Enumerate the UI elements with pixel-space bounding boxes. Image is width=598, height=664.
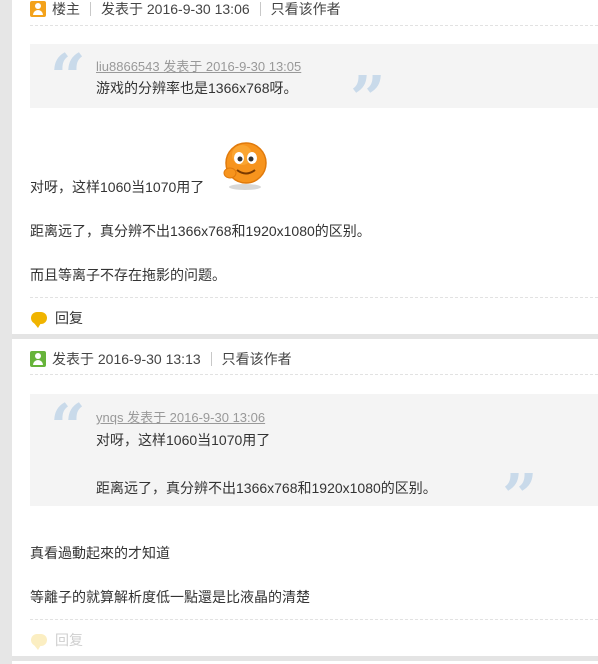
user-icon bbox=[30, 351, 46, 367]
author-label: 楼主 bbox=[52, 1, 80, 17]
dashed-divider bbox=[30, 297, 598, 298]
smiley-emoji-icon bbox=[223, 142, 267, 190]
quote-text: 游戏的分辨率也是1366x768呀。 bbox=[96, 80, 298, 96]
dashed-divider bbox=[30, 374, 598, 375]
quote-meta[interactable]: liu8866543 发表于 2016-9-30 13:05 bbox=[96, 56, 301, 75]
dashed-divider bbox=[30, 25, 598, 26]
post-separator bbox=[12, 656, 598, 661]
post-time: 发表于 2016-9-30 13:13 bbox=[52, 351, 201, 367]
open-quote-icon: “ bbox=[50, 390, 86, 463]
post-paragraph: 对呀，这样1060当1070用了 bbox=[30, 179, 205, 195]
post-time: 发表于 2016-9-30 13:06 bbox=[101, 1, 250, 17]
only-author-link[interactable]: 只看该作者 bbox=[271, 0, 341, 19]
quote-meta[interactable]: ynqs 发表于 2016-9-30 13:06 bbox=[96, 407, 265, 426]
reply-button[interactable]: 回复 bbox=[31, 308, 83, 328]
post1-meta: 楼主 发表于 2016-9-30 13:06 只看该作者 bbox=[30, 0, 341, 18]
separator bbox=[210, 352, 212, 366]
quote-block: “ ” liu8866543 发表于 2016-9-30 13:05 游戏的分辨… bbox=[30, 40, 598, 130]
only-author-link[interactable]: 只看该作者 bbox=[222, 349, 292, 369]
speech-bubble-icon bbox=[31, 312, 47, 328]
close-quote-icon: ” bbox=[350, 62, 386, 135]
speech-bubble-icon bbox=[31, 634, 47, 650]
quote-block: “ ” ynqs 发表于 2016-9-30 13:06 对呀，这样1060当1… bbox=[30, 390, 598, 528]
left-gutter bbox=[0, 0, 12, 664]
post-paragraph: 真看過動起來的才知道 bbox=[30, 545, 170, 561]
dashed-divider bbox=[30, 619, 598, 620]
separator bbox=[259, 2, 261, 16]
post-paragraph: 而且等离子不存在拖影的问题。 bbox=[30, 267, 226, 283]
quote-text: 距离远了，真分辨不出1366x768和1920x1080的区别。 bbox=[96, 480, 437, 496]
post-separator bbox=[12, 334, 598, 339]
quote-text: 对呀，这样1060当1070用了 bbox=[96, 432, 271, 448]
user-icon bbox=[30, 1, 46, 17]
post-paragraph: 距离远了，真分辨不出1366x768和1920x1080的区别。 bbox=[30, 223, 371, 239]
open-quote-icon: “ bbox=[50, 40, 86, 113]
reply-label: 回复 bbox=[55, 310, 83, 326]
post-paragraph: 等離子的就算解析度低一點還是比液晶的清楚 bbox=[30, 589, 310, 605]
reply-button[interactable]: 回复 bbox=[31, 630, 83, 650]
post2-meta: 发表于 2016-9-30 13:13 只看该作者 bbox=[30, 350, 292, 368]
reply-label: 回复 bbox=[55, 632, 83, 648]
separator bbox=[90, 2, 91, 16]
close-quote-icon: ” bbox=[502, 460, 538, 533]
